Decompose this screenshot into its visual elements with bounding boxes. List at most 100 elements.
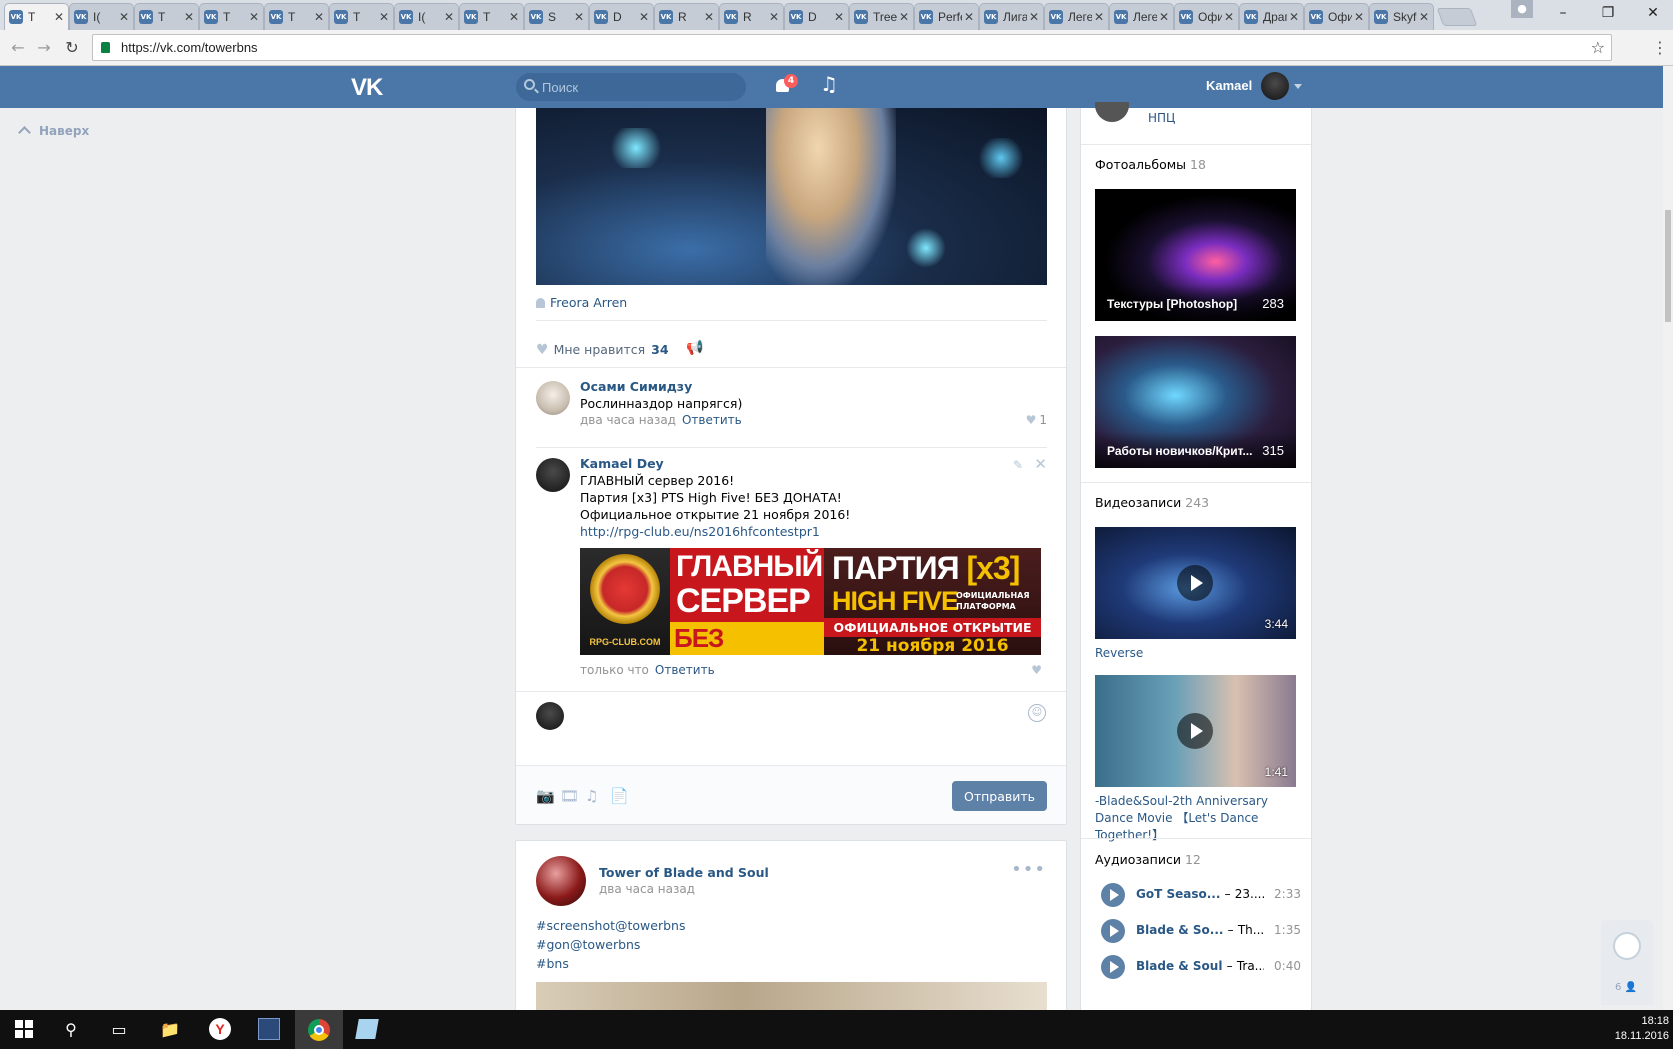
smile-icon[interactable]: ☺ [1028, 704, 1046, 722]
delete-close-icon[interactable]: ✕ [1034, 455, 1047, 473]
scroll-to-top-link[interactable]: Наверх [18, 124, 89, 139]
community-avatar[interactable] [536, 856, 586, 906]
audio-track[interactable]: Blade & Soul – Tra... 0:40 [1101, 955, 1301, 979]
url-field[interactable]: https://vk.com/towerbns ☆ [92, 34, 1612, 61]
tab-close-icon[interactable]: ✕ [704, 10, 714, 24]
comment-author[interactable]: Осами Симидзу [580, 379, 692, 394]
browser-tab[interactable]: VK D ✕ [784, 3, 849, 30]
system-clock[interactable]: 18:18 18.11.2016 [1615, 1014, 1669, 1044]
tab-close-icon[interactable]: ✕ [899, 10, 909, 24]
browser-tab[interactable]: VK Леге ✕ [1109, 3, 1174, 30]
play-icon[interactable] [1101, 955, 1125, 979]
document-icon[interactable]: 📄 [610, 787, 629, 805]
tab-close-icon[interactable]: ✕ [1224, 10, 1234, 24]
tab-close-icon[interactable]: ✕ [444, 10, 454, 24]
chevron-down-icon[interactable] [1294, 84, 1302, 89]
tab-close-icon[interactable]: ✕ [834, 10, 844, 24]
community-name[interactable]: Tower of Blade and Soul [599, 865, 769, 880]
photo-album[interactable]: Работы новичков/Крит... 315 [1095, 336, 1296, 468]
header-user-avatar[interactable] [1261, 72, 1289, 100]
browser-tab[interactable]: VK T ✕ [199, 3, 264, 30]
search-box[interactable] [516, 73, 746, 101]
audio-icon[interactable]: ♫ [585, 787, 598, 805]
tab-close-icon[interactable]: ✕ [184, 10, 194, 24]
new-tab-button[interactable] [1436, 8, 1478, 26]
play-icon[interactable] [1101, 883, 1125, 907]
video-thumbnail[interactable]: 1:41 [1095, 675, 1296, 787]
reply-link[interactable]: Ответить [655, 663, 715, 677]
comment-author[interactable]: Kamael Dey [580, 456, 664, 471]
hashtag-link[interactable]: #gon@towerbns [536, 937, 640, 952]
browser-profile-icon[interactable]: ● [1511, 0, 1533, 18]
photo-album[interactable]: Текстуры [Photoshop] 283 [1095, 189, 1296, 321]
video-title[interactable]: -Blade&Soul-2th Anniversary Dance Movie … [1095, 793, 1300, 844]
close-window-icon[interactable]: ✕ [1633, 0, 1673, 28]
like-button[interactable]: ♥ Мне нравится 34 [536, 342, 669, 358]
browser-tab[interactable]: VK I(✕ [69, 3, 134, 30]
member-avatar[interactable] [1095, 102, 1129, 122]
audio-header[interactable]: Аудиозаписи 12 [1095, 852, 1201, 867]
browser-menu-icon[interactable]: ⋮ [1652, 38, 1668, 57]
video-title[interactable]: Reverse [1095, 645, 1300, 662]
browser-tab[interactable]: VK Офи ✕ [1174, 3, 1239, 30]
tab-close-icon[interactable]: ✕ [574, 10, 584, 24]
browser-tab[interactable]: VK Tree ✕ [849, 3, 914, 30]
windows-start-icon[interactable] [11, 1016, 37, 1042]
browser-tab[interactable]: VK T ✕ [134, 3, 199, 30]
folder-icon[interactable]: 📁 [157, 1016, 183, 1042]
notes-app-icon[interactable] [354, 1016, 380, 1042]
comment-like-button[interactable]: ♥ 1 [1026, 413, 1047, 427]
bookmark-star-icon[interactable]: ☆ [1591, 35, 1605, 60]
play-icon[interactable] [1101, 919, 1125, 943]
browser-tab[interactable]: VK T ✕ [459, 3, 524, 30]
post-time[interactable]: два часа назад [599, 882, 695, 896]
browser-tab[interactable]: VK S ✕ [524, 3, 589, 30]
tab-close-icon[interactable]: ✕ [119, 10, 129, 24]
comment-banner-image[interactable]: RPG-CLUB.COM ГЛАВНЫЙ СЕРВЕР БЕЗ ДОНАТА П… [580, 548, 1041, 655]
browser-tab[interactable]: VK Perfe✕ [914, 3, 979, 30]
browser-tab[interactable]: VK T ✕ [329, 3, 394, 30]
share-megaphone-icon[interactable]: 📢 [686, 340, 703, 356]
task-view-icon[interactable]: ▭ [106, 1016, 132, 1042]
tab-close-icon[interactable]: ✕ [639, 10, 649, 24]
music-icon[interactable]: ♫ [820, 72, 838, 96]
camera-icon[interactable]: 📷 [536, 787, 555, 805]
edit-pencil-icon[interactable]: ✎ [1013, 458, 1023, 472]
page-scrollbar[interactable] [1663, 66, 1673, 1010]
restore-icon[interactable]: ❐ [1588, 0, 1628, 28]
tab-close-icon[interactable]: ✕ [54, 10, 64, 24]
search-input[interactable] [542, 73, 732, 101]
tab-close-icon[interactable]: ✕ [509, 10, 519, 24]
browser-tab[interactable]: VK I(✕ [394, 3, 459, 30]
browser-tab[interactable]: VK Драг ✕ [1239, 3, 1304, 30]
tab-close-icon[interactable]: ✕ [1419, 10, 1429, 24]
tab-close-icon[interactable]: ✕ [964, 10, 974, 24]
post-image[interactable] [536, 108, 1047, 285]
vk-logo[interactable]: VK [351, 74, 383, 102]
member-text[interactable]: НПЦ [1148, 110, 1175, 126]
browser-tab[interactable]: VK R ✕ [719, 3, 784, 30]
header-user-name[interactable]: Kamael [1206, 78, 1252, 93]
video-thumbnail[interactable]: 3:44 [1095, 527, 1296, 639]
tab-close-icon[interactable]: ✕ [379, 10, 389, 24]
reload-icon[interactable]: ↻ [60, 36, 84, 60]
tab-close-icon[interactable]: ✕ [249, 10, 259, 24]
tab-close-icon[interactable]: ✕ [314, 10, 324, 24]
browser-tab[interactable]: VK T ✕ [264, 3, 329, 30]
comment-like-button[interactable]: ♥ [1031, 663, 1047, 677]
albums-header[interactable]: Фотоальбомы 18 [1095, 157, 1206, 172]
chat-widget[interactable]: 6 👤 [1601, 920, 1653, 1005]
tab-close-icon[interactable]: ✕ [1094, 10, 1104, 24]
tab-close-icon[interactable]: ✕ [1029, 10, 1039, 24]
yandex-browser-icon[interactable]: Y [207, 1016, 233, 1042]
chrome-icon[interactable] [295, 1010, 343, 1049]
browser-tab[interactable]: VK T ✕ [4, 3, 69, 30]
comment-avatar[interactable] [536, 381, 570, 415]
forward-icon[interactable]: → [32, 36, 56, 60]
send-button[interactable]: Отправить [952, 781, 1047, 811]
tab-close-icon[interactable]: ✕ [1159, 10, 1169, 24]
photo-author-link[interactable]: Freora Arren [536, 295, 627, 310]
tab-close-icon[interactable]: ✕ [1354, 10, 1364, 24]
minimize-icon[interactable]: – [1543, 0, 1583, 28]
post-image[interactable] [536, 982, 1047, 1011]
